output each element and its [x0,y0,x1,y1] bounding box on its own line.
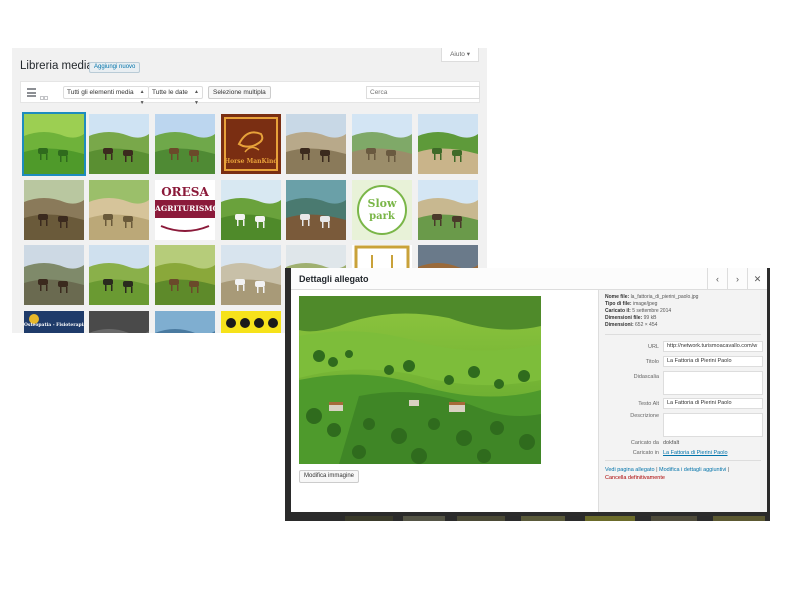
media-thumbnail-arena-trees[interactable] [418,114,478,174]
separator: | [727,467,730,473]
modal-title: Dettagli allegato [299,274,369,284]
view-attachment-page-link[interactable]: Vedi pagina allegato [605,467,655,473]
grid-peek-below-modal [345,512,765,521]
media-thumbnail-logo-oresaagriturismo[interactable]: ORESA AGRITURISMO [155,180,215,240]
thumbnail-logo-text: AGRITURISMO [155,204,215,213]
dimensions-value: 652 × 454 [635,322,658,328]
uploaded-on-label: Caricato il: [605,308,631,314]
divider [605,334,761,335]
previous-button[interactable]: ‹ [707,268,727,290]
title-label: Titolo [645,359,659,365]
close-icon: ✕ [753,274,762,284]
select-arrows-icon: ▲ ▼ [193,89,199,106]
file-meta: Nome file: la_fattoria_di_pierini_paolo.… [605,294,698,329]
grid-view-icon[interactable] [40,88,49,118]
thumbnail-logo-text: Horse ManKind [224,158,278,165]
page-title: Libreria media [20,60,93,72]
media-thumbnail-horses-fence[interactable] [24,180,84,240]
media-thumbnail-horse-hill[interactable] [155,114,215,174]
uploaded-by-label: Caricato da [630,440,659,446]
file-name-label: Nome file: [605,294,630,300]
chevron-left-icon: ‹ [716,274,719,284]
media-thumbnail-horse-beach[interactable] [221,245,281,305]
media-type-filter[interactable]: Tutti gli elementi media ▲ ▼ [63,86,149,106]
separator: | [656,467,658,473]
media-thumbnail-riders-road[interactable] [286,114,346,174]
media-thumbnail-arena-jump[interactable] [418,180,478,240]
caption-field[interactable] [663,371,763,395]
attachment-actions: Vedi pagina allegato | Modifica i dettag… [605,466,729,482]
next-button[interactable]: › [727,268,747,290]
file-type-value: image/jpeg [632,301,658,307]
alt-text-field[interactable]: La Fattoria di Pierini Paolo [663,398,763,409]
url-field[interactable]: http://network.turismoacavallo.com/w [663,341,763,352]
title-field[interactable]: La Fattoria di Pierini Paolo [663,356,763,367]
dimensions-label: Dimensioni: [605,322,634,328]
list-view-icon[interactable] [27,88,36,97]
add-new-button[interactable]: Aggiungi nuovo [89,62,141,73]
thumbnail-logo-text: park [369,211,395,222]
uploaded-to-link[interactable]: La Fattoria di Pierini Paolo [663,450,728,456]
description-field[interactable] [663,413,763,437]
search-input[interactable] [366,86,480,99]
help-tab[interactable]: Aiuto ▾ [441,48,479,62]
thumbnail-logo-text: Osteopatia - Fisioterapia [24,323,84,328]
chevron-right-icon: › [736,274,739,284]
date-filter[interactable]: Tutte le date ▲ ▼ [148,86,203,106]
media-thumbnail-arena-sand[interactable] [89,180,149,240]
divider [605,460,761,461]
file-name-value: la_fattoria_di_pierini_paolo.jpg [630,294,699,300]
uploaded-by-value: dokfalt [663,440,680,446]
media-thumbnail-horses-hill[interactable] [155,245,215,305]
uploaded-to-label: Caricato in [632,450,659,456]
media-thumbnail-riders-group[interactable] [89,245,149,305]
edit-image-button[interactable]: Modifica immagine [299,470,360,483]
media-thumbnail-logo-osteopatia[interactable]: Osteopatia - Fisioterapia [24,311,84,333]
url-label: URL [647,344,659,350]
alt-text-label: Testo Alt [638,401,659,407]
media-thumbnail-dark-stable[interactable] [89,311,149,333]
close-button[interactable]: ✕ [747,268,767,290]
media-toolbar: Tutti gli elementi media ▲ ▼ Tutte le dat… [20,81,480,118]
date-filter-value: Tutte le date [152,89,188,96]
details-pane: Nome file: la_fattoria_di_pierini_paolo.… [598,290,767,512]
attachment-details-modal: Dettagli allegato ‹ › ✕ Modifica immagin… [291,268,767,512]
bulk-select-button[interactable]: Selezione multipla [208,86,271,99]
file-size-value: 99 kB [643,315,657,321]
media-thumbnail-riders-forest[interactable] [24,245,84,305]
media-type-filter-value: Tutti gli elementi media [67,89,134,96]
media-thumbnail-riders-coast[interactable] [155,311,215,333]
file-type-label: Tipo di file: [605,301,632,307]
uploaded-on-value: 5 settembre 2014 [632,308,672,314]
modal-header: Dettagli allegato ‹ › ✕ [291,268,767,290]
media-thumbnail-logo-slowpark[interactable]: Slow park [352,180,412,240]
media-thumbnail-meadow[interactable] [22,112,86,176]
image-pane: Modifica immagine [291,290,598,512]
media-thumbnail-logo-yellow-horses[interactable] [221,311,281,333]
media-thumbnail-landscape-fence[interactable] [352,114,412,174]
media-thumbnail-horses-grazing[interactable] [221,180,281,240]
attachment-preview-image [299,296,541,464]
media-thumbnail-riders-field[interactable] [89,114,149,174]
select-arrows-icon: ▲ ▼ [139,89,145,106]
media-thumbnail-logo-horsemankind[interactable]: Horse ManKind [221,114,281,174]
description-label: Descrizione [630,413,659,419]
thumbnail-logo-text: ORESA [161,185,209,199]
thumbnail-logo-text: Slow [367,197,397,210]
media-thumbnail-horse-water[interactable] [286,180,346,240]
help-tab-label: Aiuto [450,51,465,58]
edit-more-details-link[interactable]: Modifica i dettagli aggiuntivi [659,467,726,473]
file-size-label: Dimensioni file: [605,315,643,321]
delete-permanently-link[interactable]: Cancella definitivamente [605,475,665,481]
caption-label: Didascalia [633,374,659,380]
